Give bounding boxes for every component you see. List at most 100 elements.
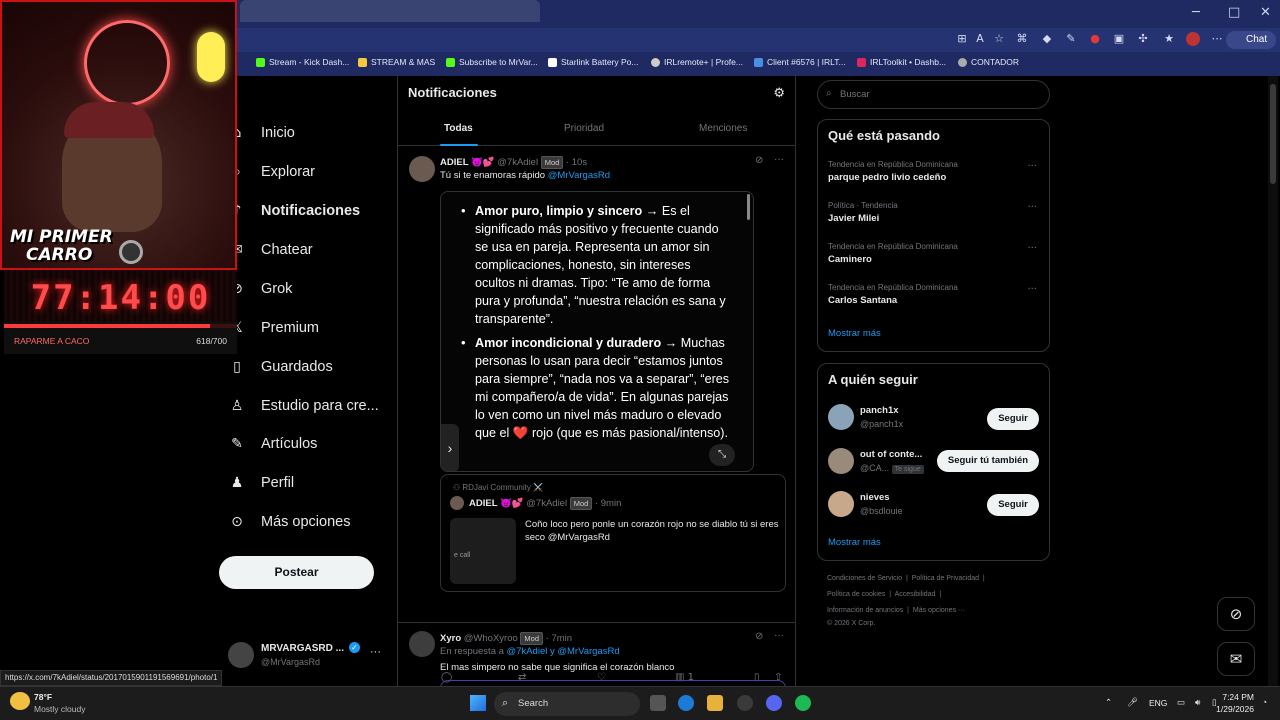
reply-to-link[interactable]: @7kAdiel y @MrVargasRd bbox=[507, 646, 620, 657]
tweet[interactable]: Xyro @WhoXyroo Mod · 7min ⊘ ··· En respu… bbox=[398, 624, 795, 686]
expand-icon[interactable]: ⤡ bbox=[709, 444, 735, 466]
bookmark-item[interactable]: Starlink Battery Po... bbox=[548, 57, 638, 67]
chevron-right-icon[interactable]: › bbox=[441, 424, 459, 471]
grok-icon[interactable]: ⊘ bbox=[755, 155, 763, 166]
footer-link[interactable]: Política de Privacidad bbox=[912, 575, 979, 582]
spotify-icon[interactable] bbox=[795, 695, 811, 711]
extension-icon[interactable]: ✎ bbox=[1064, 32, 1078, 46]
follow-back-button[interactable]: Seguir tú también bbox=[937, 450, 1039, 472]
clock-date[interactable]: 1/29/2026 bbox=[1210, 704, 1254, 714]
weather-icon[interactable] bbox=[10, 692, 30, 710]
more-menu-icon[interactable]: ⋯ bbox=[1210, 32, 1224, 46]
footer-link[interactable]: Información de anuncios bbox=[827, 607, 903, 614]
tab-mentions[interactable]: Menciones bbox=[699, 123, 747, 134]
microphone-icon[interactable]: 🎤︎ bbox=[1127, 697, 1138, 708]
author-handle[interactable]: @7kAdiel bbox=[497, 157, 538, 168]
nav-item-more[interactable]: ⊙ Más opciones bbox=[229, 507, 350, 537]
search-input[interactable]: ⌕ Buscar bbox=[817, 80, 1050, 109]
post-button[interactable]: Postear bbox=[219, 556, 374, 589]
more-icon[interactable]: ··· bbox=[1027, 284, 1037, 295]
more-icon[interactable]: ··· bbox=[1027, 243, 1037, 254]
extension-icon[interactable]: ● bbox=[1088, 32, 1102, 46]
read-aloud-icon[interactable]: A bbox=[973, 32, 987, 46]
apps-icon[interactable]: ⊞ bbox=[955, 32, 969, 46]
account-switcher[interactable]: MRVARGASRD ... ✓ @MrVargasRd ··· bbox=[228, 640, 388, 672]
footer-link[interactable]: Política de cookies bbox=[827, 591, 885, 598]
show-more-link[interactable]: Mostrar más bbox=[828, 537, 881, 548]
trend-item[interactable]: Política · Tendencia Javier Milei bbox=[828, 201, 1038, 224]
discord-icon[interactable] bbox=[766, 695, 782, 711]
quote-thumbnail[interactable]: e call bbox=[450, 518, 516, 584]
more-icon[interactable]: ··· bbox=[774, 630, 784, 641]
file-explorer-icon[interactable] bbox=[707, 695, 723, 711]
follow-button[interactable]: Seguir bbox=[987, 494, 1039, 516]
nav-item-chat[interactable]: ✉Chatear bbox=[229, 235, 312, 265]
grok-icon[interactable]: ⊘ bbox=[755, 631, 763, 642]
nav-item-articles[interactable]: ✎ Artículos bbox=[229, 429, 317, 459]
nav-item-premium[interactable]: 𝕏 Premium bbox=[229, 313, 319, 343]
language-indicator[interactable]: ENG bbox=[1149, 698, 1167, 708]
nav-item-studio[interactable]: ♙ Estudio para cre... bbox=[229, 391, 379, 421]
quoted-tweet[interactable]: ⚇ RDJavi Community ⚔️ ADIEL 😈💕 @7kAdiel … bbox=[440, 474, 786, 592]
extension-icon[interactable]: ▣ bbox=[1112, 32, 1126, 46]
scrollbar[interactable] bbox=[747, 194, 750, 220]
obs-icon[interactable] bbox=[737, 695, 753, 711]
notification-bell-icon[interactable]: ◔ bbox=[1262, 697, 1267, 707]
more-icon[interactable]: ··· bbox=[1027, 161, 1037, 172]
bookmark-item[interactable]: Client #6576 | IRLT... bbox=[754, 57, 846, 67]
follow-button[interactable]: Seguir bbox=[987, 408, 1039, 430]
mention-link[interactable]: @MrVargasRd bbox=[548, 170, 610, 181]
author-name[interactable]: ADIEL 😈💕 bbox=[440, 157, 495, 168]
scrollbar-thumb[interactable] bbox=[1270, 84, 1276, 184]
close-icon[interactable]: ✕ bbox=[1260, 5, 1271, 20]
taskbar-search[interactable]: ⌕ Search bbox=[494, 692, 640, 716]
weather-desc[interactable]: Mostly cloudy bbox=[34, 704, 86, 714]
bookmark-item[interactable]: Stream - Kick Dash... bbox=[256, 57, 349, 67]
bookmark-item[interactable]: CONTADOR bbox=[958, 57, 1019, 67]
tweet[interactable]: ADIEL 😈💕 @7kAdiel Mod · 10s ⊘ ··· Tú si … bbox=[398, 148, 795, 683]
favorite-star-icon[interactable]: ☆ bbox=[992, 32, 1006, 46]
footer-link[interactable]: Más opciones ··· bbox=[913, 607, 965, 614]
extensions-puzzle-icon[interactable]: ✣ bbox=[1136, 32, 1150, 46]
timestamp[interactable]: 10s bbox=[572, 157, 587, 168]
nav-item-notifications[interactable]: ♪ Notificaciones bbox=[229, 196, 361, 226]
author-name[interactable]: Xyro bbox=[440, 633, 461, 644]
weather-temp[interactable]: 78°F bbox=[34, 692, 52, 702]
trend-item[interactable]: Tendencia en República Dominicana parque … bbox=[828, 160, 1038, 183]
copilot-chat-button[interactable]: Chat bbox=[1226, 31, 1276, 49]
nav-item-bookmarks[interactable]: ▯ Guardados bbox=[229, 352, 333, 382]
edge-icon[interactable] bbox=[678, 695, 694, 711]
nav-item-explore[interactable]: ⌕ Explorar bbox=[229, 157, 315, 187]
nav-item-profile[interactable]: ♟ Perfil bbox=[229, 468, 294, 498]
clock-time[interactable]: 7:24 PM bbox=[1222, 692, 1254, 702]
chevron-up-icon[interactable]: ⌃ bbox=[1105, 697, 1112, 708]
extension-icon[interactable]: ⌘ bbox=[1015, 32, 1029, 46]
more-icon[interactable]: ··· bbox=[1027, 202, 1037, 213]
browser-tab[interactable] bbox=[240, 0, 540, 22]
task-view-icon[interactable] bbox=[650, 695, 666, 711]
grok-fab[interactable]: ⊘ bbox=[1217, 597, 1255, 631]
footer-link[interactable]: Accesibilidad bbox=[895, 591, 936, 598]
footer-link[interactable]: Condiciones de Servicio bbox=[827, 575, 902, 582]
bookmark-item[interactable]: IRLremote+ | Profe... bbox=[651, 57, 743, 67]
gear-icon[interactable]: ⚙ bbox=[773, 86, 785, 101]
tweet-image[interactable]: Amor puro, limpio y sincero → Es el sign… bbox=[440, 191, 754, 472]
minimize-icon[interactable]: ─ bbox=[1192, 5, 1200, 20]
bookmark-item[interactable]: STREAM & MAS bbox=[358, 57, 435, 67]
show-more-link[interactable]: Mostrar más bbox=[828, 328, 881, 339]
nav-item-home[interactable]: ⌂Inicio bbox=[229, 118, 295, 148]
page-scrollbar[interactable] bbox=[1268, 76, 1278, 686]
tab-all[interactable]: Todas bbox=[444, 123, 473, 134]
trend-item[interactable]: Tendencia en República Dominicana Carlos … bbox=[828, 283, 1038, 306]
volume-icon[interactable]: 🔊︎ bbox=[1195, 697, 1200, 708]
extension-icon[interactable]: ◆ bbox=[1040, 32, 1054, 46]
trend-item[interactable]: Tendencia en República Dominicana Caminer… bbox=[828, 242, 1038, 265]
bookmark-item[interactable]: Subscribe to MrVar... bbox=[446, 57, 538, 67]
timestamp[interactable]: 7min bbox=[551, 633, 572, 644]
bookmark-item[interactable]: IRLToolkit • Dashb... bbox=[857, 57, 946, 67]
nav-item-grok[interactable]: ⊘Grok bbox=[229, 274, 292, 304]
tab-priority[interactable]: Prioridad bbox=[564, 123, 604, 134]
profile-avatar-icon[interactable] bbox=[1186, 32, 1200, 46]
windows-start-icon[interactable] bbox=[470, 695, 486, 711]
favorites-icon[interactable]: ★ bbox=[1162, 32, 1176, 46]
